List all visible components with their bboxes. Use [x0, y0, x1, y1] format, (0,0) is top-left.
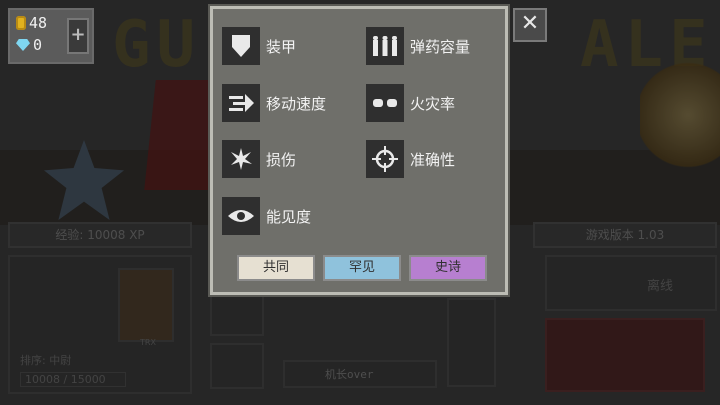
stat-fire-rate: 火灾率: [366, 84, 455, 122]
stat-label: 移动速度: [266, 94, 327, 113]
stat-label: 准确性: [410, 150, 456, 169]
coin-count: 48: [29, 14, 48, 32]
stat-accuracy: 准确性: [366, 140, 455, 178]
stat-label: 能见度: [266, 207, 312, 226]
gem-icon: [16, 39, 30, 51]
coin-icon: [16, 16, 26, 30]
ammo-capacity-icon: [366, 27, 404, 65]
currency-panel: 48 0 +: [8, 8, 94, 64]
stat-label: 装甲: [266, 37, 297, 56]
movement-speed-icon: [222, 84, 260, 122]
stat-label: 弹药容量: [410, 37, 471, 56]
stat-visibility: 能见度: [222, 197, 311, 235]
stats-legend-dialog: 装甲 弹药容量 移动速度 火灾率 损伤 准确性 能见度 共同 罕见 史诗: [210, 6, 508, 295]
stat-movement-speed: 移动速度: [222, 84, 326, 122]
rarity-epic-button[interactable]: 史诗: [409, 255, 487, 281]
close-icon: ✕: [520, 11, 540, 36]
armor-shield-icon: [222, 27, 260, 65]
accuracy-crosshair-icon: [366, 140, 404, 178]
stat-ammo-capacity: 弹药容量: [366, 27, 470, 65]
close-button[interactable]: ✕: [513, 8, 547, 42]
stat-damage: 损伤: [222, 140, 296, 178]
visibility-eye-icon: [222, 197, 260, 235]
rarity-rare-button[interactable]: 罕见: [323, 255, 401, 281]
add-currency-button[interactable]: +: [67, 18, 89, 54]
stat-label: 损伤: [266, 150, 297, 169]
rarity-common-button[interactable]: 共同: [237, 255, 315, 281]
fire-rate-icon: [366, 84, 404, 122]
damage-star-icon: [222, 140, 260, 178]
stat-armor: 装甲: [222, 27, 296, 65]
stat-label: 火灾率: [410, 94, 456, 113]
gem-count: 0: [33, 36, 43, 54]
